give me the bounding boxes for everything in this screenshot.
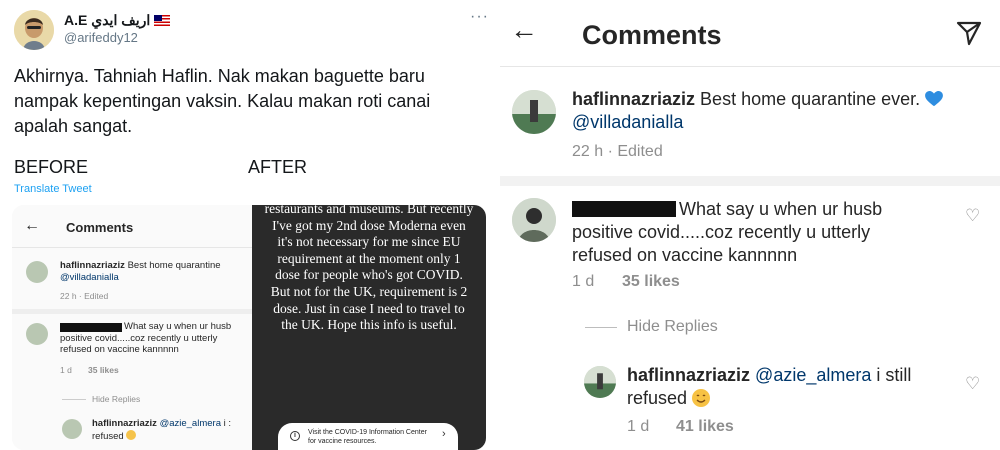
comment-3-time: 1 d: [627, 418, 650, 435]
comment-3-likes[interactable]: 41 likes: [676, 418, 734, 436]
instagram-comments-panel: ← Comments haflinnazriaziz Best home qua…: [500, 0, 1000, 450]
commenter-avatar[interactable]: [512, 90, 556, 134]
comment-2-line3: refused on vaccine kannnnn: [572, 245, 798, 265]
tweet-text: Akhirnya. Tahniah Haflin. Nak makan bagu…: [14, 66, 431, 136]
tweet-panel: A.E اريف ايدي @arifeddy12 ··· Akhirnya. …: [0, 0, 500, 450]
mini-c2-line2: positive covid.....coz recently u utterl…: [60, 332, 218, 344]
mini-separator: [12, 309, 252, 314]
after-screenshot: restaurants and museums. But recently I'…: [252, 205, 486, 450]
blue-heart-icon: [925, 91, 944, 107]
mini-back-arrow-icon: ←: [24, 217, 40, 234]
mini-avatar: [26, 323, 48, 345]
comment-3-username[interactable]: haflinnazriaziz: [627, 365, 750, 385]
comments-title: Comments: [582, 20, 722, 50]
mini-c1-meta: 22 h · Edited: [60, 291, 109, 301]
comment-2-time: 1 d: [572, 273, 595, 290]
comment-2: What say u when ur husb positive covid..…: [572, 198, 962, 267]
comment-1-username[interactable]: haflinnazriaziz: [572, 89, 695, 109]
comment-3-text2: refused: [627, 388, 688, 408]
mini-c3-text: refused: [92, 431, 124, 442]
like-heart-icon[interactable]: ♡: [965, 374, 980, 394]
mini-c1-mention: @villadanialla: [60, 272, 119, 283]
mini-c3-tail: i :: [223, 418, 232, 429]
mini-avatar: [26, 261, 48, 283]
comment-3: haflinnazriaziz @azie_almera i still ref…: [627, 364, 957, 410]
commenter-avatar[interactable]: [512, 198, 556, 242]
comment-3-text: i still: [876, 365, 912, 385]
mini-comment-1: haflinnazriaziz Best home quarantine @vi…: [60, 260, 250, 284]
comment-2-likes[interactable]: 35 likes: [622, 273, 680, 291]
story-text: restaurants and museums. But recently I'…: [264, 205, 474, 333]
mini-c2-line3: refused on vaccine kannnnn: [60, 344, 179, 355]
tweet-attached-image[interactable]: ← Comments haflinnazriaziz Best home qua…: [12, 205, 486, 450]
comment-1-text: Best home quarantine ever.: [700, 89, 921, 109]
mini-divider: [12, 247, 252, 248]
mini-c3-user: haflinnazriaziz: [92, 418, 157, 429]
send-icon[interactable]: [954, 18, 984, 48]
comment-separator: [500, 176, 1000, 186]
mini-avatar: [62, 419, 82, 439]
tweet-display-name[interactable]: A.E اريف ايدي: [64, 12, 171, 29]
hide-replies-button[interactable]: Hide Replies: [627, 318, 718, 336]
comment-1-mention[interactable]: @villadanialla: [572, 112, 683, 132]
mini-c1-text: Best home quarantine: [127, 260, 221, 271]
chevron-right-icon: ›: [442, 428, 446, 440]
comment-2-line2: positive covid.....coz recently u utterl…: [572, 222, 871, 242]
mini-comment-3: haflinnazriaziz @azie_almera i : refused: [92, 418, 252, 443]
header-divider: [500, 66, 1000, 67]
smile-emoji-icon: [126, 430, 137, 440]
comment-1-meta: 22 h · Edited: [572, 143, 663, 160]
mini-c2-time: 1 d: [60, 365, 72, 375]
mini-c2-line1: What say u when ur husb: [124, 321, 232, 332]
smile-emoji-icon: [692, 389, 711, 407]
mini-c1-user: haflinnazriaziz: [60, 260, 125, 271]
mini-comments-title: Comments: [66, 220, 134, 235]
like-heart-icon[interactable]: ♡: [965, 206, 980, 226]
after-label: AFTER: [248, 157, 308, 177]
info-icon: i: [290, 431, 300, 441]
mini-c2-likes: 35 likes: [88, 365, 119, 375]
comment-1: haflinnazriaziz Best home quarantine eve…: [572, 88, 992, 134]
mini-c3-mention: @azie_almera: [159, 418, 221, 429]
display-name-text: A.E اريف ايدي: [64, 12, 151, 28]
malaysia-flag-icon: [154, 15, 171, 26]
back-arrow-icon[interactable]: ←: [510, 14, 538, 46]
covid-info-text: Visit the COVID-19 Information Center fo…: [308, 429, 427, 445]
comment-3-mention[interactable]: @azie_almera: [755, 365, 871, 385]
tweet-author-avatar[interactable]: [14, 10, 54, 50]
tweet-handle[interactable]: @arifeddy12: [64, 30, 138, 45]
covid-info-banner: i Visit the COVID-19 Information Center …: [278, 423, 458, 450]
hide-replies-line: [585, 327, 617, 328]
mini-hide-replies: Hide Replies: [92, 394, 141, 404]
translate-tweet-link[interactable]: Translate Tweet: [14, 183, 92, 195]
reply-avatar[interactable]: [584, 366, 616, 398]
more-options-icon[interactable]: ···: [470, 8, 489, 26]
mini-hide-line: [62, 399, 86, 400]
before-label: BEFORE: [14, 157, 89, 177]
comment-2-line1: What say u when ur husb: [679, 199, 883, 219]
before-screenshot: ← Comments haflinnazriaziz Best home qua…: [12, 205, 252, 450]
mini-comment-2: What say u when ur husb positive covid..…: [60, 321, 250, 356]
